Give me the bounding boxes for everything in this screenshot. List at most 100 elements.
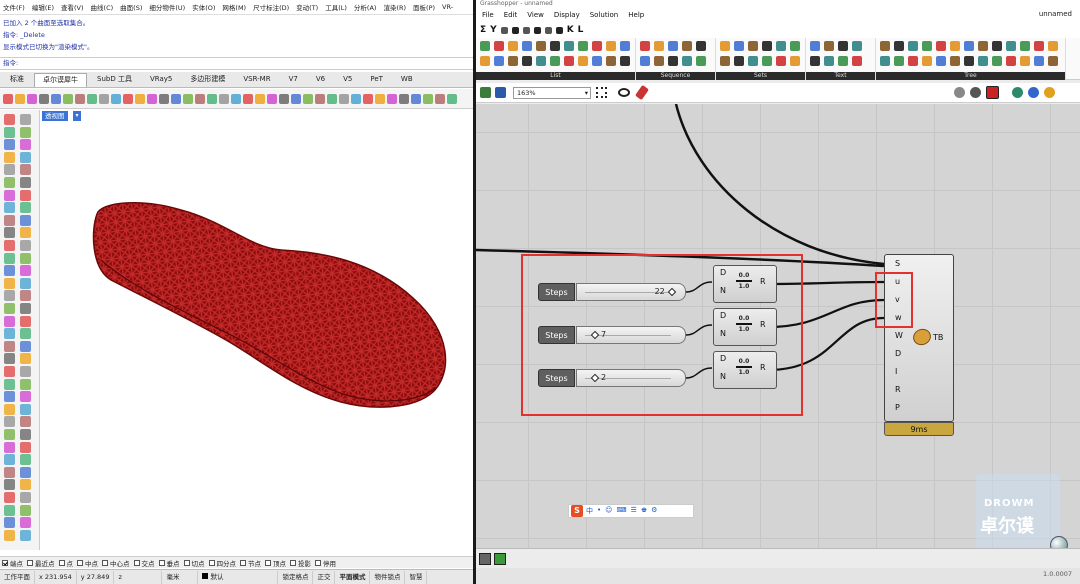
ribbon-component-icon[interactable] xyxy=(950,41,960,51)
tb-input-port[interactable]: S xyxy=(895,259,900,268)
gh-menu-item[interactable]: Solution xyxy=(590,11,619,19)
ribbon-component-icon[interactable] xyxy=(964,41,974,51)
side-tool-icon[interactable] xyxy=(4,416,15,428)
ribbon-component-icon[interactable] xyxy=(592,56,602,66)
ribbon-component-icon[interactable] xyxy=(654,56,664,66)
status-toggle[interactable]: 锁定格点 xyxy=(278,570,314,584)
toolbar-tool-icon[interactable] xyxy=(303,93,313,104)
toolbar-tool-icon[interactable] xyxy=(99,93,109,104)
rhino-tab[interactable]: V6 xyxy=(308,73,333,87)
side-tool-icon[interactable] xyxy=(4,202,15,214)
toolbar-tool-icon[interactable] xyxy=(3,93,13,104)
ribbon-component-icon[interactable] xyxy=(908,56,918,66)
osnap-checkbox[interactable] xyxy=(77,559,83,566)
toolbar-tool-icon[interactable] xyxy=(39,93,49,104)
osnap-checkbox[interactable] xyxy=(183,559,190,566)
ribbon-component-icon[interactable] xyxy=(824,41,834,51)
ribbon-component-icon[interactable] xyxy=(894,41,904,51)
ime-toolbar[interactable]: S 中 • ☺ ⌨ ☰ ♚ ⚙ xyxy=(568,504,694,518)
ime-item[interactable]: ⌨ xyxy=(616,506,626,516)
side-tool-icon[interactable] xyxy=(20,114,31,125)
toolbar-tool-icon[interactable] xyxy=(87,93,97,104)
ribbon-component-icon[interactable] xyxy=(964,56,974,66)
ribbon-group-label[interactable]: Sets xyxy=(716,72,805,80)
side-tool-icon[interactable] xyxy=(20,366,31,377)
side-tool-icon[interactable] xyxy=(4,454,15,466)
rhino-tab[interactable]: WB xyxy=(393,73,421,87)
toolbar-tool-icon[interactable] xyxy=(75,93,85,104)
side-tool-icon[interactable] xyxy=(4,151,15,163)
ribbon-component-icon[interactable] xyxy=(640,41,650,51)
ribbon-component-icon[interactable] xyxy=(894,56,904,66)
side-tool-icon[interactable] xyxy=(20,353,31,365)
side-tool-icon[interactable] xyxy=(4,126,15,138)
ribbon-component-icon[interactable] xyxy=(922,41,932,51)
ribbon-component-icon[interactable] xyxy=(880,56,890,66)
osnap-checkbox[interactable] xyxy=(58,559,65,566)
rhino-tab[interactable]: PeT xyxy=(362,73,391,87)
rhino-menu-item[interactable]: 网格(M) xyxy=(222,2,246,12)
rhino-tab[interactable]: VSR-MR xyxy=(235,73,278,87)
ribbon-component-icon[interactable] xyxy=(494,56,504,66)
ribbon-component-icon[interactable] xyxy=(762,56,772,66)
rhino-tab[interactable]: V5 xyxy=(335,73,360,87)
ribbon-component-icon[interactable] xyxy=(1034,56,1044,66)
rhino-menu-item[interactable]: 编辑(E) xyxy=(32,2,54,12)
gh-small-tool-icon[interactable] xyxy=(533,26,541,34)
rhino-menu-item[interactable]: 查看(V) xyxy=(61,2,84,12)
side-tool-icon[interactable] xyxy=(4,227,15,239)
ime-item[interactable]: 中 xyxy=(586,506,593,516)
ribbon-component-icon[interactable] xyxy=(720,56,730,66)
side-tool-icon[interactable] xyxy=(20,315,31,327)
toolbar-tool-icon[interactable] xyxy=(123,93,133,104)
gh-menu-item[interactable]: Help xyxy=(628,11,644,19)
ribbon-component-icon[interactable] xyxy=(550,56,560,66)
ribbon-component-icon[interactable] xyxy=(790,56,800,66)
ribbon-component-icon[interactable] xyxy=(810,41,820,51)
rhino-menu-item[interactable]: 曲面(S) xyxy=(120,2,142,12)
rhino-tab[interactable]: 标准 xyxy=(2,73,32,87)
side-tool-icon[interactable] xyxy=(4,277,15,289)
render-sphere-icon[interactable] xyxy=(1044,87,1055,98)
osnap-1[interactable]: 最近点 xyxy=(27,558,55,568)
osnap-checkbox[interactable] xyxy=(315,559,321,566)
toolbar-tool-icon[interactable] xyxy=(255,93,265,104)
ribbon-component-icon[interactable] xyxy=(748,41,758,51)
rhino-tab[interactable]: VRay5 xyxy=(142,73,180,87)
rhino-menu-item[interactable]: 实体(O) xyxy=(192,2,215,12)
ribbon-component-icon[interactable] xyxy=(810,56,820,66)
side-tool-icon[interactable] xyxy=(20,290,31,302)
ribbon-component-icon[interactable] xyxy=(950,56,960,66)
open-file-icon[interactable] xyxy=(480,87,491,98)
ribbon-component-icon[interactable] xyxy=(640,56,650,66)
side-tool-icon[interactable] xyxy=(20,403,31,415)
side-tool-icon[interactable] xyxy=(4,177,15,188)
ribbon-component-icon[interactable] xyxy=(522,56,532,66)
side-tool-icon[interactable] xyxy=(20,139,31,151)
toolbar-tool-icon[interactable] xyxy=(159,93,169,104)
side-tool-icon[interactable] xyxy=(20,177,31,188)
toolbar-tool-icon[interactable] xyxy=(387,93,397,104)
ribbon-group-label[interactable]: Sequence xyxy=(636,72,715,80)
gh-quick-icon[interactable]: Σ xyxy=(480,25,486,35)
ribbon-component-icon[interactable] xyxy=(776,41,786,51)
side-tool-icon[interactable] xyxy=(20,416,31,428)
ribbon-component-icon[interactable] xyxy=(682,41,692,51)
side-tool-icon[interactable] xyxy=(20,126,31,138)
ribbon-component-icon[interactable] xyxy=(668,41,678,51)
ribbon-component-icon[interactable] xyxy=(734,56,744,66)
navigation-ball-icon[interactable] xyxy=(1050,536,1068,548)
side-tool-icon[interactable] xyxy=(4,265,15,277)
layer-selector[interactable]: 默认 xyxy=(198,570,279,584)
tb-input-port[interactable]: D xyxy=(895,349,901,358)
ribbon-component-icon[interactable] xyxy=(620,41,630,51)
ime-item[interactable]: ☺ xyxy=(605,506,612,516)
ribbon-component-icon[interactable] xyxy=(1048,56,1058,66)
gh-quick-icon[interactable]: L xyxy=(578,25,584,35)
toolbar-tool-icon[interactable] xyxy=(291,93,301,104)
viewport-menu-arrow-icon[interactable]: ▾ xyxy=(73,111,81,121)
ribbon-component-icon[interactable] xyxy=(824,56,834,66)
toolbar-tool-icon[interactable] xyxy=(231,93,241,104)
gh-small-tool-icon[interactable] xyxy=(522,26,530,34)
toolbar-tool-icon[interactable] xyxy=(51,93,61,104)
